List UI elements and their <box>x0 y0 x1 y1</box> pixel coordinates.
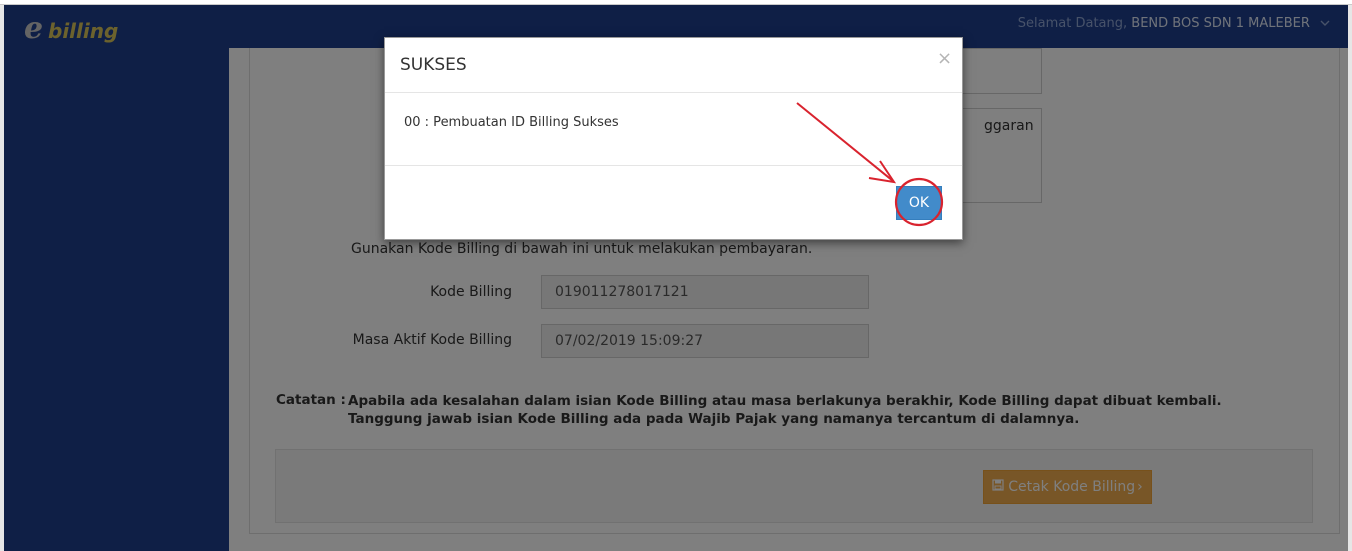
dialog-header: SUKSES × <box>385 38 962 93</box>
dialog-body: 00 : Pembuatan ID Billing Sukses <box>385 93 962 166</box>
close-icon[interactable]: × <box>937 48 952 69</box>
dialog-message: 00 : Pembuatan ID Billing Sukses <box>404 115 619 130</box>
window-right-edge <box>1348 5 1352 551</box>
success-dialog: SUKSES × 00 : Pembuatan ID Billing Sukse… <box>384 37 963 240</box>
dialog-title: SUKSES <box>400 55 467 75</box>
ok-button[interactable]: OK <box>896 186 942 220</box>
